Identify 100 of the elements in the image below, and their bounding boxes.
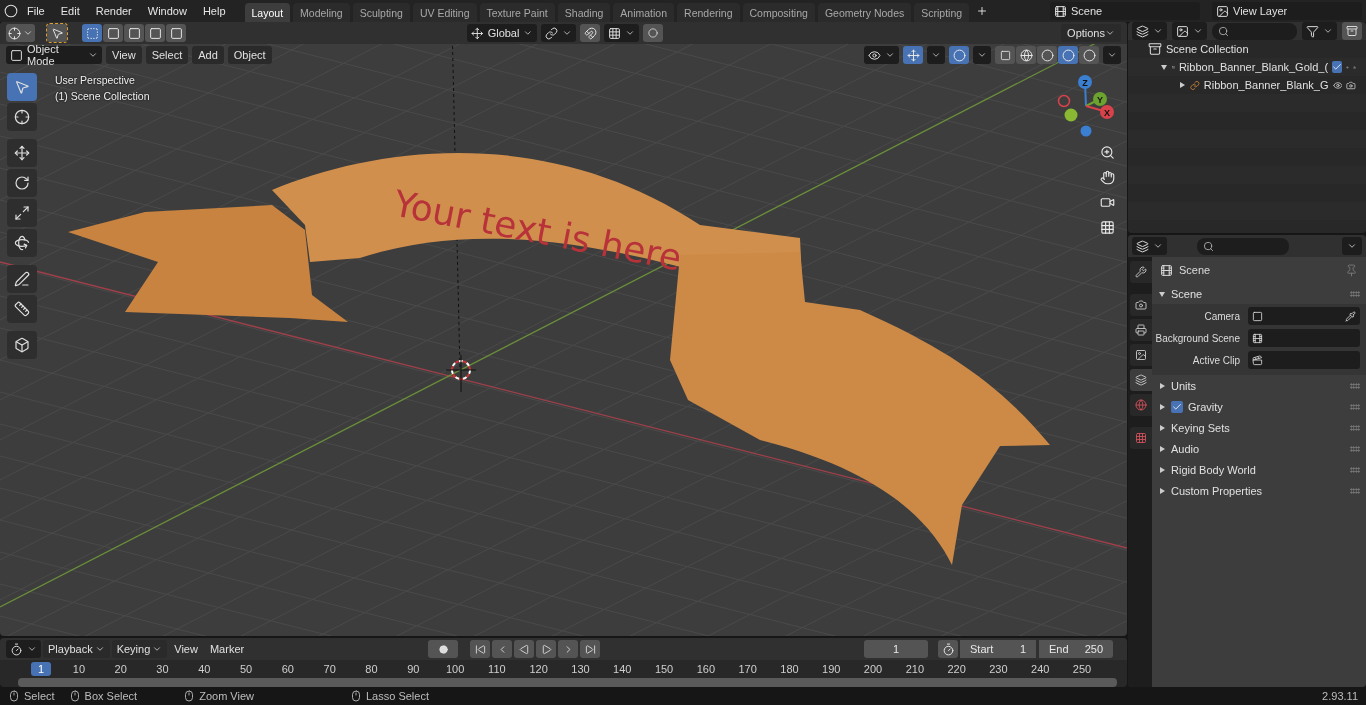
viewport-menu[interactable]: Select (145, 46, 189, 64)
start-frame-field[interactable]: Start 1 (960, 640, 1036, 658)
menu-item[interactable]: Window (140, 5, 194, 17)
tool-button[interactable] (7, 139, 37, 167)
timeline-menu[interactable]: Keying (111, 640, 168, 658)
expand-arrow-icon[interactable] (1158, 289, 1166, 298)
expand-arrow-icon[interactable] (1160, 63, 1168, 71)
shading-mode-button[interactable] (1079, 46, 1099, 64)
workspace-tab[interactable]: Compositing (742, 3, 815, 22)
workspace-tab[interactable]: Sculpting (352, 3, 410, 22)
properties-tab[interactable] (1130, 427, 1152, 449)
properties-tab[interactable] (1130, 369, 1152, 391)
viewport-menu[interactable]: Add (192, 46, 224, 64)
panel-header[interactable]: Custom Properties (1152, 480, 1366, 501)
viewport-menu[interactable]: View (106, 46, 142, 64)
select-mode-button[interactable] (82, 24, 102, 42)
input-field[interactable] (1248, 329, 1360, 347)
checkbox[interactable] (1332, 61, 1343, 73)
panel-header[interactable]: Keying Sets (1152, 417, 1366, 438)
timeline-scrollbar[interactable] (18, 678, 1117, 687)
view-layer-selector[interactable]: View Layer (1212, 2, 1362, 20)
drag-handle-icon[interactable] (1350, 466, 1360, 473)
properties-tab[interactable] (1130, 344, 1152, 366)
properties-tab[interactable] (1130, 261, 1152, 283)
expand-arrow-icon[interactable] (1158, 381, 1166, 390)
menu-item[interactable]: Render (88, 5, 139, 17)
workspace-tab[interactable]: Layout (244, 3, 291, 22)
xray-toggle[interactable] (995, 46, 1015, 64)
menu-item[interactable]: Help (195, 5, 233, 17)
end-frame-field[interactable]: End 250 (1039, 640, 1113, 658)
tool-button[interactable] (7, 199, 37, 227)
panel-header[interactable]: Scene (1152, 283, 1366, 304)
filter-dropdown[interactable] (1302, 22, 1337, 40)
properties-tab[interactable] (1130, 319, 1152, 341)
view-layer-dropdown[interactable] (1172, 22, 1207, 40)
editor-type-button[interactable] (6, 24, 35, 42)
tool-button[interactable] (7, 103, 37, 131)
drag-handle-icon[interactable] (1350, 424, 1360, 431)
workspace-tab[interactable]: Rendering (677, 3, 740, 22)
select-mode-button[interactable] (103, 24, 123, 42)
pivot-dropdown[interactable] (541, 24, 577, 42)
workspace-tab[interactable]: Modeling (293, 3, 350, 22)
tool-button[interactable] (7, 331, 37, 359)
shading-mode-button[interactable] (1037, 46, 1057, 64)
jump-start-button[interactable] (470, 640, 490, 658)
workspace-tab[interactable]: Scripting (914, 3, 970, 22)
workspace-tab[interactable]: UV Editing (412, 3, 477, 22)
expand-arrow-icon[interactable] (1158, 465, 1166, 474)
panel-header[interactable]: Rigid Body World (1152, 459, 1366, 480)
3d-viewport[interactable]: Your text is here Z Y X Global Options Object Mode View Select Add Object User Perspective (1) Scene Collection (0, 22, 1127, 636)
input-field[interactable] (1248, 307, 1360, 325)
drag-handle-icon[interactable] (1350, 487, 1360, 494)
drag-handle-icon[interactable] (1350, 290, 1360, 297)
tool-button[interactable] (7, 295, 37, 323)
workspace-tab[interactable]: Animation (613, 3, 675, 22)
current-frame-field[interactable]: 1 (864, 640, 928, 658)
viewport-menu[interactable]: Object (227, 46, 272, 64)
panel-header[interactable]: Units (1152, 375, 1366, 396)
mode-dropdown[interactable]: Object Mode (6, 46, 102, 64)
expand-arrow-icon[interactable] (1178, 81, 1186, 89)
drag-handle-icon[interactable] (1350, 382, 1360, 389)
prev-keyframe-button[interactable] (492, 640, 512, 658)
select-mode-button[interactable] (124, 24, 144, 42)
expand-arrow-icon[interactable] (1158, 423, 1166, 432)
expand-arrow-icon[interactable] (1158, 402, 1166, 411)
editor-type-button[interactable] (1132, 237, 1167, 255)
playhead-marker[interactable]: 1 (31, 662, 51, 676)
menu-item[interactable]: Edit (53, 5, 87, 17)
timeline-menu[interactable]: View (169, 640, 203, 658)
search-field[interactable] (1212, 22, 1297, 40)
menu-item[interactable]: File (20, 5, 52, 17)
editor-type-button[interactable] (6, 640, 41, 658)
stopwatch-button[interactable] (938, 640, 958, 658)
tool-button[interactable] (7, 229, 37, 257)
select-mode-button[interactable] (145, 24, 165, 42)
checkbox[interactable] (1171, 400, 1183, 413)
workspace-tab[interactable]: Geometry Nodes (817, 3, 912, 22)
orientation-dropdown[interactable]: Global (467, 24, 538, 42)
properties-tab[interactable] (1130, 294, 1152, 316)
workspace-tab[interactable]: Shading (557, 3, 611, 22)
search-field[interactable] (1197, 237, 1289, 255)
overlay-toggle[interactable] (949, 46, 969, 64)
shading-mode-button[interactable] (1058, 46, 1078, 64)
expand-arrow-icon[interactable] (1158, 486, 1166, 495)
jump-end-button[interactable] (580, 640, 600, 658)
select-mode-button[interactable] (166, 24, 186, 42)
record-button[interactable] (428, 640, 458, 658)
play-reverse-button[interactable] (514, 640, 534, 658)
snap-button[interactable] (580, 24, 601, 42)
shading-mode-button[interactable] (1016, 46, 1036, 64)
workspace-tab[interactable]: Texture Paint (479, 3, 555, 22)
tool-button[interactable] (7, 265, 37, 293)
timeline-menu[interactable]: Playback (43, 640, 110, 658)
select-tool-button[interactable] (47, 24, 67, 42)
play-button[interactable] (536, 640, 556, 658)
options-dropdown[interactable]: Options (1061, 24, 1121, 42)
tool-button[interactable] (7, 169, 37, 197)
visibility-dropdown[interactable] (864, 46, 899, 64)
drag-handle-icon[interactable] (1350, 403, 1360, 410)
input-field[interactable] (1248, 351, 1360, 369)
